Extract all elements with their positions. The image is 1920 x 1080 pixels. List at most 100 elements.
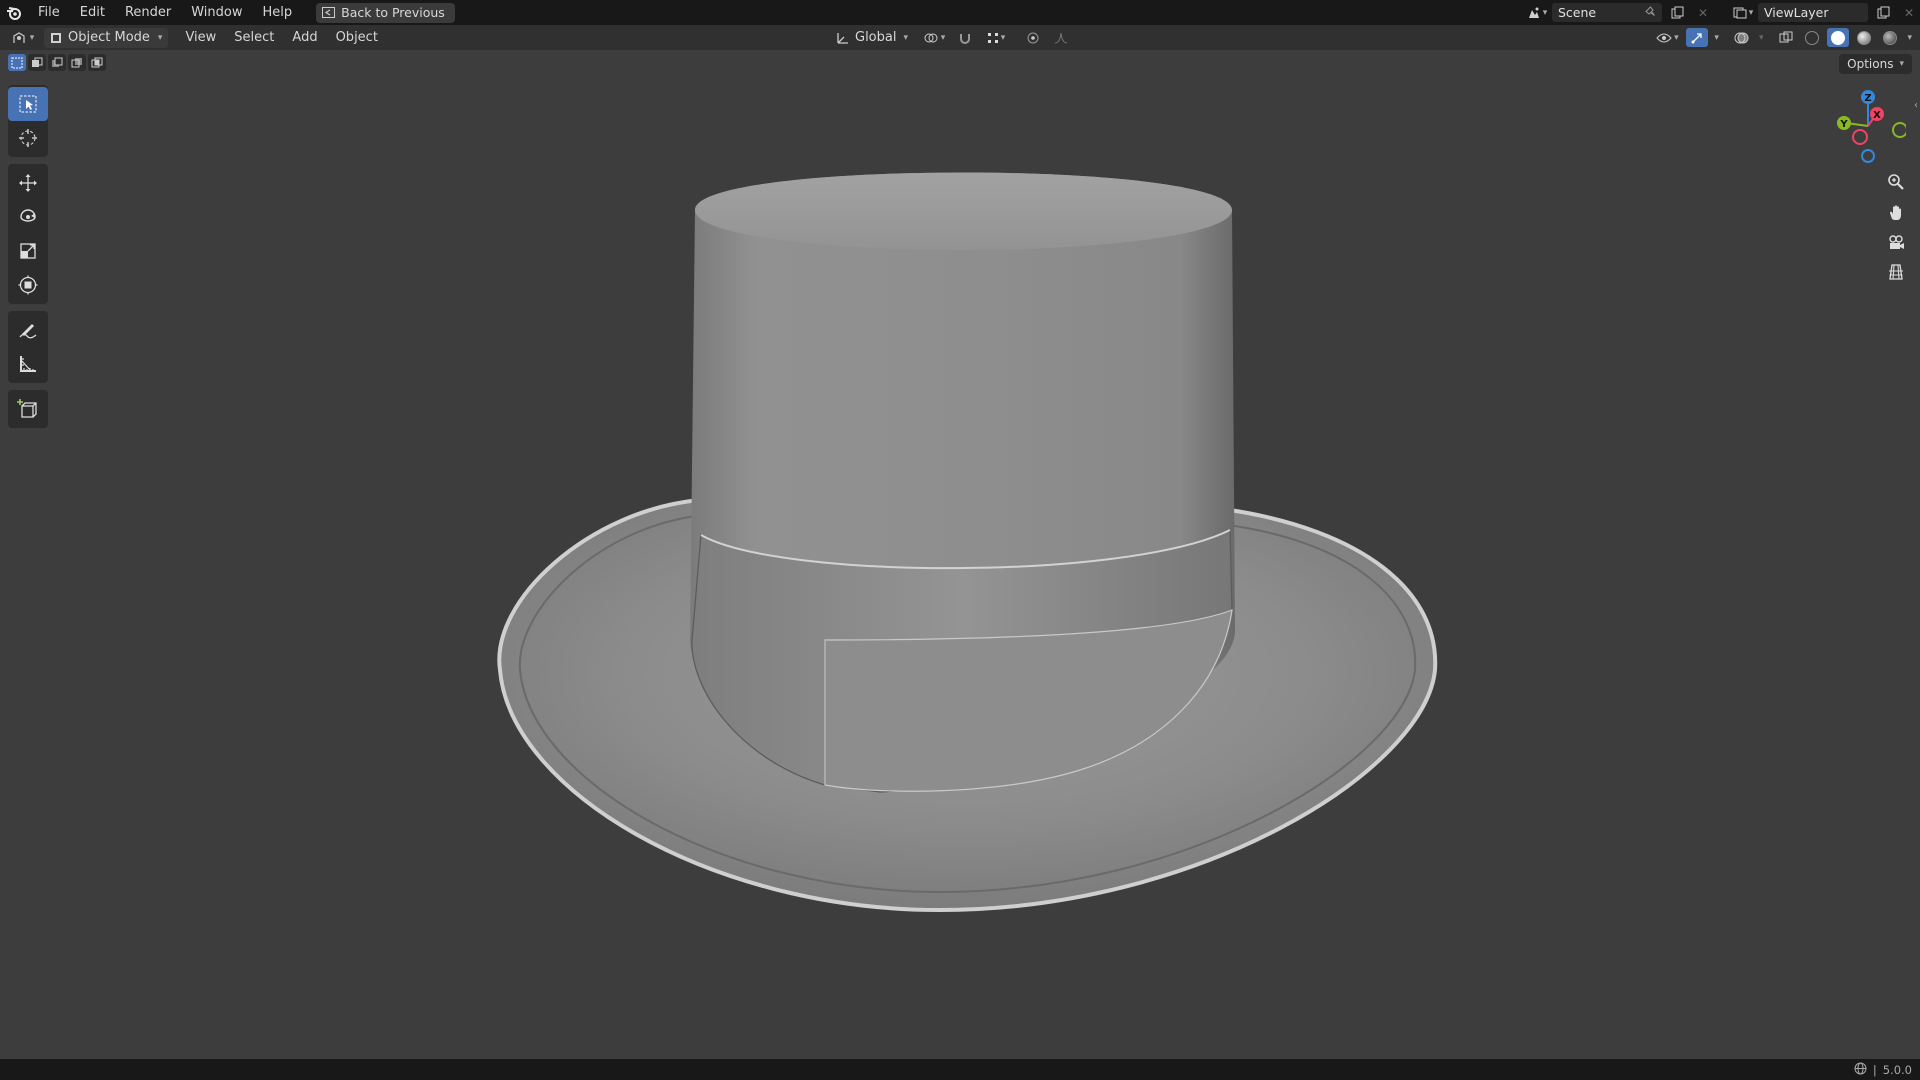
- transform-tools: Global ▾ ▾ ▾: [836, 25, 1072, 50]
- select-intersect-icon[interactable]: [88, 54, 106, 71]
- delete-scene-icon[interactable]: ✕: [1692, 3, 1714, 22]
- menu-file[interactable]: File: [28, 0, 70, 25]
- move-tool[interactable]: [8, 166, 48, 200]
- select-box-icon: [19, 95, 37, 113]
- view-layer-name: ViewLayer: [1764, 5, 1829, 20]
- cursor-tool[interactable]: [8, 121, 48, 155]
- zoom-icon[interactable]: [1882, 168, 1910, 196]
- annotate-pencil-icon: [19, 324, 37, 339]
- new-scene-icon[interactable]: [1666, 3, 1688, 22]
- solid-shading-icon[interactable]: [1827, 28, 1850, 47]
- gizmo-toggle-icon[interactable]: [1686, 28, 1709, 47]
- transform-icon: [18, 275, 38, 295]
- header-menu-view[interactable]: View: [176, 30, 225, 45]
- gizmo-neg-z-icon[interactable]: [1861, 149, 1875, 163]
- back-to-previous-label: Back to Previous: [341, 5, 445, 20]
- annotate-tool[interactable]: [8, 313, 48, 347]
- pin-icon[interactable]: [1645, 5, 1656, 20]
- orientation-axes-icon: [837, 32, 848, 44]
- selection-mode-buttons: [8, 54, 106, 71]
- network-globe-icon[interactable]: [1854, 1062, 1867, 1078]
- top-right-controls: ▾ Scene ✕ ▾ ViewLayer ✕: [1526, 0, 1920, 25]
- navigation-gizmo[interactable]: Z X Y: [1826, 84, 1906, 168]
- tool-group-transform: [8, 164, 48, 304]
- object-mode-icon: [51, 32, 61, 43]
- top-menu-bar: File Edit Render Window Help Back to Pre…: [0, 0, 1920, 25]
- tool-group-add: [8, 390, 48, 428]
- gizmo-x-label: X: [1873, 110, 1881, 121]
- gizmo-dropdown-icon[interactable]: ▾: [1714, 33, 1719, 43]
- viewport-display-tools: ▾ ▾ ▾ ▾: [1652, 25, 1912, 50]
- rotate-icon: [20, 209, 36, 222]
- move-icon: [19, 174, 37, 192]
- measure-tool[interactable]: [8, 347, 48, 381]
- options-label: Options: [1847, 57, 1894, 71]
- select-new-icon[interactable]: [8, 54, 26, 71]
- add-cube-icon: [17, 399, 37, 418]
- pan-hand-icon[interactable]: [1882, 198, 1910, 226]
- menu-render[interactable]: Render: [115, 0, 181, 25]
- chevron-down-icon: ▾: [1899, 59, 1904, 69]
- rendered-shading-icon[interactable]: [1879, 28, 1901, 47]
- status-bar: | 5.0.0: [0, 1059, 1920, 1080]
- header-menu-object[interactable]: Object: [327, 30, 387, 45]
- navigation-buttons: [1882, 168, 1910, 288]
- snap-toggle-icon[interactable]: [954, 28, 976, 47]
- blender-window: File Edit Render Window Help Back to Pre…: [0, 0, 1920, 1080]
- scene-selector-icon[interactable]: ▾: [1526, 3, 1548, 22]
- back-to-previous-button[interactable]: Back to Previous: [316, 2, 455, 23]
- pivot-point-icon[interactable]: ▾: [920, 28, 948, 47]
- gizmo-y-label: Y: [1839, 119, 1848, 130]
- transform-orientation-dropdown[interactable]: Global ▾: [836, 30, 908, 45]
- delete-view-layer-icon[interactable]: ✕: [1898, 3, 1920, 22]
- gizmo-neg-y-icon[interactable]: [1892, 122, 1906, 138]
- options-dropdown[interactable]: Options ▾: [1839, 54, 1912, 74]
- editor-type-icon[interactable]: ▾: [8, 28, 38, 47]
- rotate-tool[interactable]: [8, 200, 48, 234]
- chevron-down-icon: ▾: [157, 32, 163, 43]
- menu-edit[interactable]: Edit: [70, 0, 115, 25]
- blender-logo-icon[interactable]: [0, 0, 28, 25]
- view-layer-name-field[interactable]: ViewLayer: [1758, 3, 1868, 22]
- wireframe-shading-icon[interactable]: [1801, 28, 1823, 47]
- menu-help[interactable]: Help: [253, 0, 303, 25]
- sidebar-expand-icon[interactable]: ‹: [1914, 100, 1918, 111]
- version-label: 5.0.0: [1882, 1062, 1912, 1077]
- back-icon: [322, 7, 336, 18]
- status-separator: |: [1872, 1062, 1877, 1077]
- material-preview-shading-icon[interactable]: [1853, 28, 1875, 47]
- scale-icon: [20, 243, 36, 259]
- tool-shelf: [8, 85, 48, 435]
- view-layer-selector-icon[interactable]: ▾: [1732, 3, 1754, 22]
- menu-window[interactable]: Window: [181, 0, 252, 25]
- select-subtract-icon[interactable]: [48, 54, 66, 71]
- new-view-layer-icon[interactable]: [1872, 3, 1894, 22]
- transform-orientation-label: Global: [855, 30, 897, 45]
- shading-dropdown-icon[interactable]: ▾: [1907, 33, 1912, 43]
- scale-tool[interactable]: [8, 234, 48, 268]
- perspective-toggle-icon[interactable]: [1882, 258, 1910, 286]
- scene-name-field[interactable]: Scene: [1552, 3, 1662, 22]
- visibility-icon[interactable]: ▾: [1652, 28, 1682, 47]
- xray-toggle-icon[interactable]: [1775, 28, 1797, 47]
- camera-view-icon[interactable]: [1882, 228, 1910, 256]
- transform-tool[interactable]: [8, 268, 48, 302]
- viewport-header: ▾ Object Mode ▾ View Select Add Object G…: [0, 25, 1920, 50]
- proportional-editing-icon[interactable]: [1022, 28, 1044, 47]
- header-menu-add[interactable]: Add: [283, 30, 326, 45]
- overlays-toggle-icon[interactable]: [1731, 28, 1753, 47]
- gizmo-z-label: Z: [1864, 93, 1871, 104]
- select-box-tool[interactable]: [8, 87, 48, 121]
- measure-ruler-icon: [20, 356, 36, 372]
- snap-target-icon[interactable]: ▾: [982, 28, 1010, 47]
- select-extend-icon[interactable]: [28, 54, 46, 71]
- object-mode-label: Object Mode: [68, 30, 150, 45]
- header-menu-select[interactable]: Select: [225, 30, 283, 45]
- object-mode-dropdown[interactable]: Object Mode ▾: [44, 27, 169, 48]
- proportional-falloff-icon[interactable]: [1050, 28, 1072, 47]
- top-hat-model[interactable]: [480, 170, 1440, 920]
- overlays-dropdown-icon[interactable]: ▾: [1759, 33, 1764, 43]
- select-invert-icon[interactable]: [68, 54, 86, 71]
- gizmo-neg-x-icon[interactable]: [1852, 129, 1868, 145]
- add-cube-tool[interactable]: [8, 392, 48, 426]
